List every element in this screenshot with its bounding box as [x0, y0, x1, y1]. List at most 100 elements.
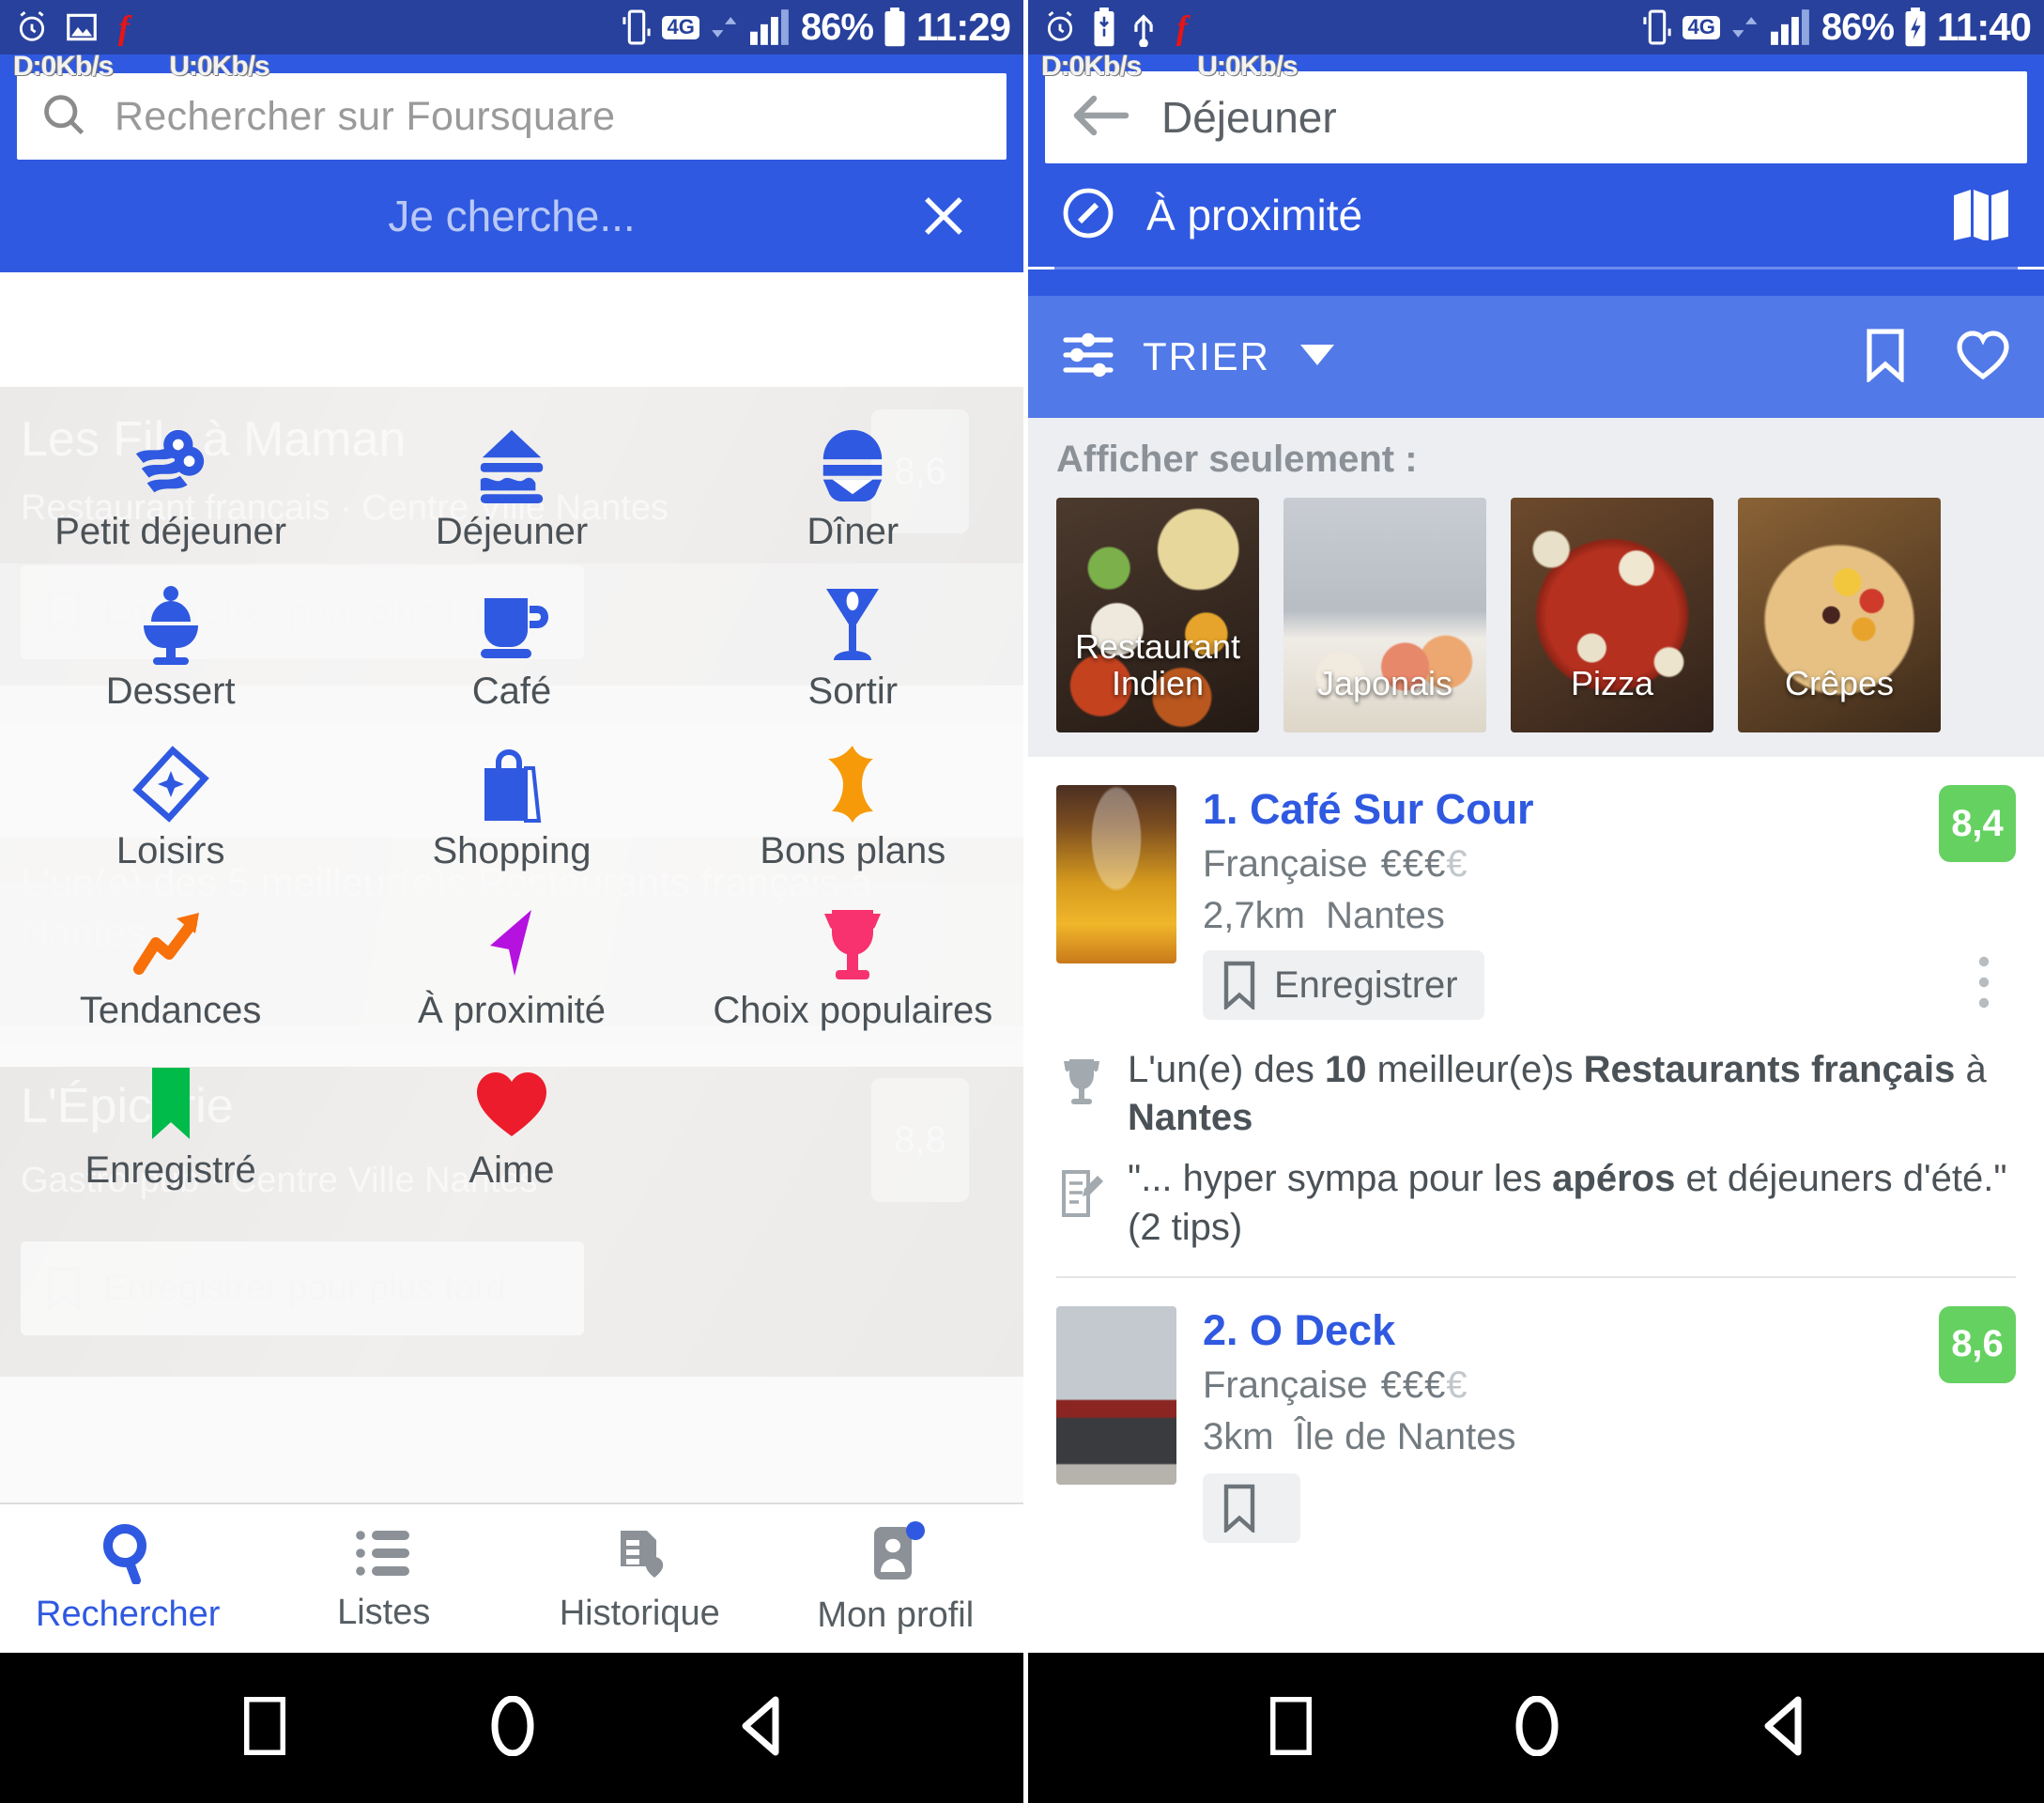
right-search-header: Déjeuner: [1028, 54, 2044, 163]
cocktail-glass-icon: [821, 584, 884, 665]
filter-card-crepes[interactable]: Crêpes: [1738, 498, 1941, 732]
tab-mon-profil[interactable]: Mon profil: [768, 1504, 1024, 1653]
bookmark-outline-icon[interactable]: [1864, 328, 1907, 387]
svg-text:f: f: [1176, 9, 1191, 47]
category-sortir[interactable]: Sortir: [683, 563, 1023, 723]
result-fact-text: L'un(e) des 10 meilleur(e)s Restaurants …: [1128, 1049, 1987, 1139]
category-enregistre[interactable]: Enregistré: [0, 1042, 341, 1202]
category-cafe[interactable]: Café: [341, 563, 682, 723]
category-bons-plans[interactable]: Bons plans: [683, 723, 1023, 883]
result-save-button[interactable]: [1203, 1472, 1300, 1543]
proximity-bar[interactable]: À proximité: [1028, 163, 2044, 267]
trending-arrow-icon: [131, 903, 210, 984]
category-dessert[interactable]: Dessert: [0, 563, 341, 723]
sliders-icon[interactable]: [1062, 329, 1114, 386]
flash-f-icon: f: [113, 8, 145, 47]
starburst-deal-icon: [815, 744, 890, 824]
result-body: 1. Café Sur Cour Française €€€€ 2,7km Nan…: [1176, 785, 2016, 1020]
tab-label: Rechercher: [36, 1595, 221, 1634]
close-icon[interactable]: [918, 191, 969, 241]
search-input[interactable]: Rechercher sur Foursquare: [17, 73, 1007, 160]
result-score-badge: 8,6: [1939, 1305, 2016, 1383]
search-placeholder: Rechercher sur Foursquare: [115, 93, 616, 139]
category-diner[interactable]: Dîner: [683, 404, 1023, 563]
trophy-icon: [1060, 1046, 1103, 1111]
shopping-bag-icon: [479, 744, 545, 824]
signal-bars-icon: [1770, 9, 1812, 45]
category-label: Sortir: [807, 670, 899, 712]
category-tendances[interactable]: Tendances: [0, 883, 341, 1042]
category-label: Tendances: [79, 990, 262, 1031]
search-icon: [39, 90, 88, 144]
triangle-back-icon[interactable]: [1762, 1696, 1802, 1761]
category-grid: Petit déjeuner Déjeuner Dîner Dessert Ca…: [0, 404, 1023, 1202]
circle-icon[interactable]: [491, 1695, 534, 1761]
battery-icon: [883, 8, 907, 47]
navigation-arrow-icon: [479, 903, 545, 984]
map-icon[interactable]: [1952, 186, 2010, 245]
network-4g-badge: 4G: [662, 15, 699, 39]
result-name[interactable]: 1. Café Sur Cour: [1203, 785, 2016, 834]
category-label: Petit déjeuner: [54, 511, 287, 552]
filter-carousel[interactable]: Restaurant Indien Japonais Pizza Crêpes: [1028, 498, 2044, 732]
price-off: €: [1446, 1364, 1468, 1406]
result-row[interactable]: 2. O Deck Française €€€€ 3km Île de Nante…: [1028, 1278, 2044, 1543]
category-choix-populaires[interactable]: Choix populaires: [683, 883, 1023, 1042]
category-row: Enregistré Aime: [0, 1042, 1023, 1202]
category-shopping[interactable]: Shopping: [341, 723, 682, 883]
bookmark-icon: [145, 1063, 197, 1144]
vibrate-icon: [1641, 8, 1673, 46]
result-row[interactable]: 1. Café Sur Cour Française €€€€ 2,7km Nan…: [1028, 757, 2044, 1020]
clock-time: 11:40: [1936, 5, 2032, 49]
right-system-nav: [1028, 1653, 2044, 1803]
square-icon[interactable]: [1268, 1695, 1314, 1760]
square-icon[interactable]: [242, 1695, 287, 1760]
tab-label: Listes: [337, 1593, 431, 1632]
result-distance-area: 2,7km Nantes: [1203, 895, 2016, 937]
category-petit-dejeuner[interactable]: Petit déjeuner: [0, 404, 341, 563]
result-price: €€€€: [1381, 843, 1468, 885]
filter-title: Afficher seulement :: [1056, 439, 1418, 480]
result-save-button[interactable]: Enregistrer: [1203, 950, 1484, 1020]
result-cuisine: Française: [1203, 1364, 1368, 1406]
back-arrow-icon[interactable]: [1071, 93, 1130, 143]
heart-outline-icon[interactable]: [1956, 330, 2010, 385]
category-loisirs[interactable]: Loisirs: [0, 723, 341, 883]
category-row: Dessert Café Sortir: [0, 563, 1023, 723]
category-label: Café: [471, 670, 552, 712]
triangle-back-icon[interactable]: [740, 1696, 779, 1761]
result-overflow-menu[interactable]: [1978, 956, 1990, 1013]
proximity-label: À proximité: [1146, 191, 1363, 239]
price-on: €€€: [1380, 1364, 1447, 1406]
filter-card-pizza[interactable]: Pizza: [1511, 498, 1714, 732]
sandwich-icon: [470, 424, 553, 505]
tab-label: Mon profil: [817, 1595, 975, 1635]
category-aime[interactable]: Aime: [341, 1042, 682, 1202]
category-label: Choix populaires: [713, 990, 993, 1031]
tab-historique[interactable]: Historique: [512, 1504, 768, 1653]
right-screen: f 4G 86% 11:40 D:0Kb/s U:0Kb/s Déjeuner …: [1028, 0, 2044, 1803]
tab-label: Historique: [559, 1594, 720, 1633]
sort-label[interactable]: TRIER: [1143, 334, 1270, 379]
tab-listes[interactable]: Listes: [256, 1504, 513, 1653]
circle-icon[interactable]: [1515, 1695, 1559, 1761]
result-area: Nantes: [1326, 895, 1445, 936]
filter-card-indien[interactable]: Restaurant Indien: [1056, 498, 1259, 732]
result-cuisine-price: Française €€€€: [1203, 1364, 2016, 1407]
result-name[interactable]: 2. O Deck: [1203, 1306, 2016, 1355]
search-query-field[interactable]: Déjeuner: [1045, 71, 2027, 163]
flash-f-icon: f: [1171, 8, 1203, 47]
ice-cream-cup-icon: [136, 584, 206, 665]
compass-icon: [1062, 187, 1114, 244]
result-fact-tip: "... hyper sympa pour les apéros et déje…: [1060, 1155, 2016, 1251]
category-dejeuner[interactable]: Déjeuner: [341, 404, 682, 563]
category-a-proximite[interactable]: À proximité: [341, 883, 682, 1042]
filter-card-japonais[interactable]: Japonais: [1283, 498, 1486, 732]
tab-rechercher[interactable]: Rechercher: [0, 1504, 256, 1653]
category-label: Bons plans: [760, 830, 946, 871]
battery-percent: 86%: [800, 7, 874, 48]
result-area: Île de Nantes: [1294, 1415, 1516, 1457]
je-cherche-bar: Je cherche...: [17, 160, 1007, 272]
filter-label: Pizza: [1570, 664, 1654, 703]
chevron-down-icon[interactable]: [1299, 343, 1336, 372]
